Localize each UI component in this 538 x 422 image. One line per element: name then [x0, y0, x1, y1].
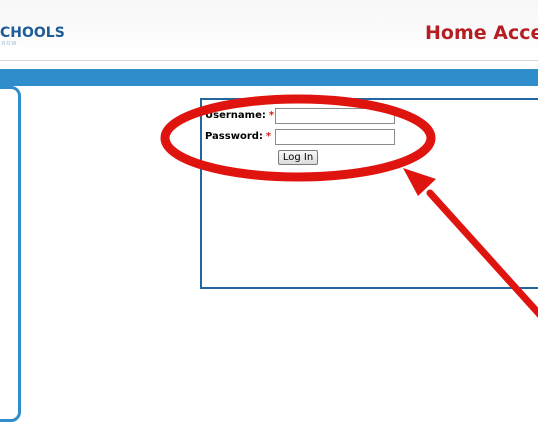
- username-label-text: Username:: [205, 110, 266, 121]
- password-label-text: Password:: [205, 131, 263, 142]
- school-logo-tagline: ROW: [2, 41, 18, 47]
- log-in-button[interactable]: Log In: [278, 150, 318, 165]
- username-label: Username: *: [205, 110, 274, 121]
- header: CHOOLS ROW Home Acces: [0, 0, 538, 61]
- login-panel: [200, 98, 538, 289]
- password-label: Password: *: [205, 131, 271, 142]
- required-marker: *: [265, 131, 272, 142]
- navigation-bar: [0, 69, 538, 86]
- username-input[interactable]: [275, 108, 395, 124]
- required-marker: *: [268, 110, 275, 121]
- left-side-panel: [0, 86, 21, 422]
- page-title: Home Acces: [425, 22, 538, 44]
- password-input[interactable]: [275, 129, 395, 145]
- school-logo[interactable]: CHOOLS: [0, 25, 65, 41]
